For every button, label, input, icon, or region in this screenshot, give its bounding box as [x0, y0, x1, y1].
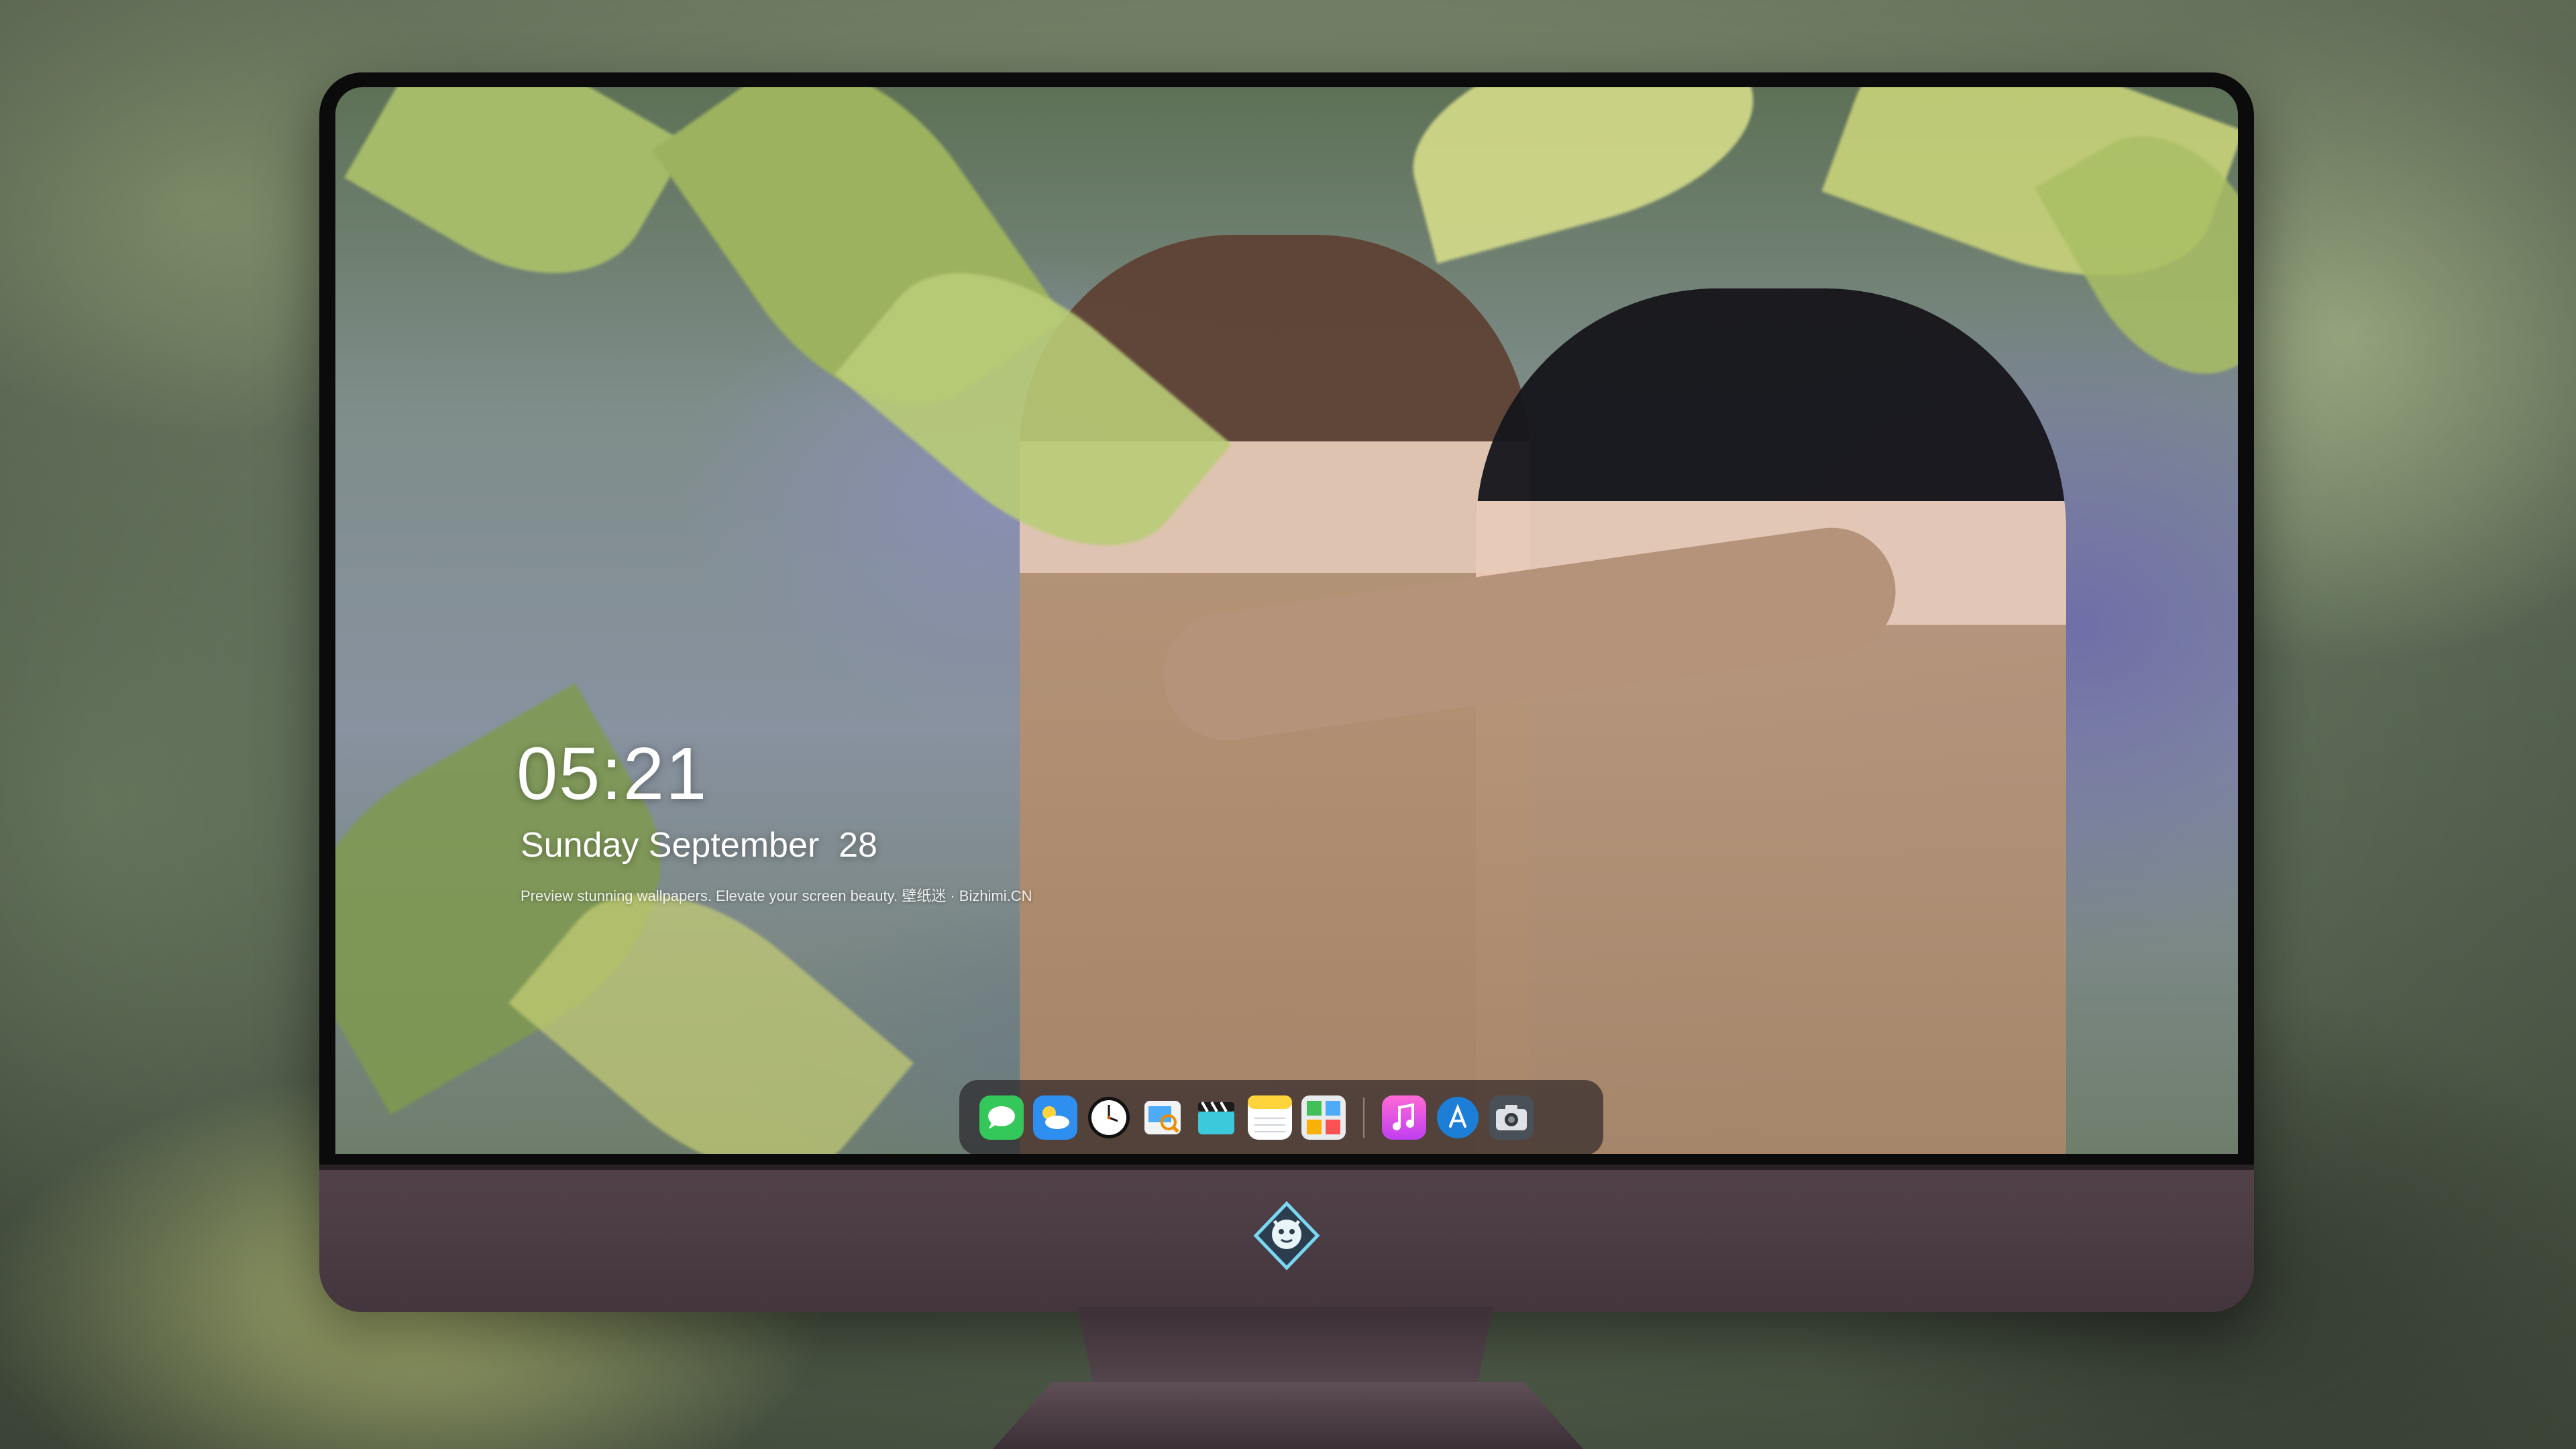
camera-icon — [1489, 1095, 1534, 1140]
app-store-icon — [1437, 1097, 1479, 1138]
dock — [959, 1080, 1603, 1154]
wallpaper-figure-right — [1476, 288, 2066, 1154]
dock-app-messages[interactable] — [979, 1095, 1024, 1140]
dock-app-notes[interactable] — [1248, 1095, 1292, 1140]
clock-icon — [1088, 1097, 1130, 1138]
lockscreen-date: Sunday September 28 — [521, 826, 877, 865]
wallpaper-leaf — [344, 87, 689, 319]
dock-app-clock[interactable] — [1087, 1095, 1131, 1140]
music-note-icon — [1382, 1095, 1426, 1140]
messages-icon — [979, 1095, 1024, 1140]
monitor-stand-neck — [1077, 1307, 1493, 1387]
notes-icon — [1248, 1095, 1292, 1140]
clapperboard-icon — [1198, 1102, 1234, 1134]
weather-icon — [1033, 1095, 1077, 1140]
dock-app-app-store[interactable] — [1436, 1095, 1480, 1140]
preview-icon — [1144, 1101, 1181, 1134]
photo-grid-icon — [1301, 1095, 1346, 1140]
lockscreen-time: 05:21 — [517, 733, 708, 815]
monitor-screen: 05:21 Sunday September 28 Preview stunni… — [335, 87, 2238, 1154]
wallpaper-leaf — [1392, 87, 1774, 264]
dock-separator — [1363, 1097, 1364, 1138]
dock-app-music[interactable] — [1382, 1095, 1426, 1140]
monitor-stand-base — [993, 1382, 1583, 1449]
dock-app-clips[interactable] — [1194, 1095, 1238, 1140]
dock-app-camera[interactable] — [1489, 1095, 1534, 1140]
dock-app-preview[interactable] — [1140, 1095, 1185, 1140]
lockscreen-tagline: Preview stunning wallpapers. Elevate you… — [521, 888, 1032, 904]
brand-logo-icon — [1253, 1201, 1320, 1271]
dock-app-weather[interactable] — [1033, 1095, 1077, 1140]
dock-app-photo-grid[interactable] — [1301, 1095, 1346, 1140]
